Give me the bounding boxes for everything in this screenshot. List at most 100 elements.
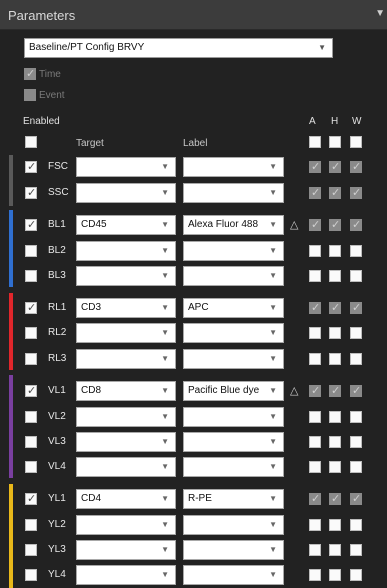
event-option[interactable]: Event: [24, 89, 65, 101]
label-dropdown[interactable]: R-PE ▼: [183, 489, 284, 509]
h-checkbox[interactable]: [329, 461, 341, 473]
a-checkbox[interactable]: [309, 353, 321, 365]
enable-checkbox[interactable]: [25, 411, 37, 423]
w-checkbox[interactable]: [350, 327, 362, 339]
w-checkbox[interactable]: [350, 411, 362, 423]
enable-checkbox[interactable]: [25, 384, 37, 397]
w-checkbox[interactable]: [350, 218, 362, 231]
w-checkbox[interactable]: [350, 461, 362, 473]
w-checkbox[interactable]: [350, 569, 362, 581]
h-checkbox[interactable]: [329, 301, 341, 314]
w-checkbox[interactable]: [350, 519, 362, 531]
h-checkbox[interactable]: [329, 519, 341, 531]
time-option[interactable]: Time: [24, 67, 61, 80]
target-dropdown[interactable]: ▼: [76, 157, 176, 177]
label-dropdown[interactable]: ▼: [183, 349, 284, 369]
a-checkbox[interactable]: [309, 160, 321, 173]
enable-all-checkbox[interactable]: [25, 136, 37, 148]
a-checkbox[interactable]: [309, 245, 321, 257]
target-dropdown[interactable]: ▼: [76, 266, 176, 286]
target-dropdown[interactable]: CD4 ▼: [76, 489, 176, 509]
enable-checkbox[interactable]: [25, 436, 37, 448]
enable-checkbox[interactable]: [25, 327, 37, 339]
target-dropdown[interactable]: CD45 ▼: [76, 215, 176, 235]
label-dropdown[interactable]: ▼: [183, 540, 284, 560]
enable-checkbox[interactable]: [25, 270, 37, 282]
enable-checkbox[interactable]: [25, 519, 37, 531]
enable-checkbox[interactable]: [25, 218, 37, 231]
h-checkbox[interactable]: [329, 245, 341, 257]
target-dropdown[interactable]: ▼: [76, 183, 176, 203]
w-checkbox[interactable]: [350, 384, 362, 397]
a-checkbox[interactable]: [309, 270, 321, 282]
target-dropdown[interactable]: ▼: [76, 565, 176, 585]
w-checkbox[interactable]: [350, 186, 362, 199]
target-dropdown[interactable]: ▼: [76, 323, 176, 343]
enable-checkbox[interactable]: [25, 569, 37, 581]
h-checkbox[interactable]: [329, 384, 341, 397]
target-dropdown[interactable]: ▼: [76, 540, 176, 560]
label-dropdown[interactable]: ▼: [183, 241, 284, 261]
h-checkbox[interactable]: [329, 327, 341, 339]
a-checkbox[interactable]: [309, 519, 321, 531]
enable-checkbox[interactable]: [25, 245, 37, 257]
h-checkbox[interactable]: [329, 218, 341, 231]
w-checkbox[interactable]: [350, 160, 362, 173]
event-checkbox[interactable]: [24, 89, 36, 101]
a-all-checkbox[interactable]: [309, 136, 321, 148]
enable-checkbox[interactable]: [25, 544, 37, 556]
w-checkbox[interactable]: [350, 436, 362, 448]
w-checkbox[interactable]: [350, 270, 362, 282]
target-dropdown[interactable]: ▼: [76, 349, 176, 369]
w-checkbox[interactable]: [350, 301, 362, 314]
enable-checkbox[interactable]: [25, 160, 37, 173]
h-checkbox[interactable]: [329, 492, 341, 505]
enable-checkbox[interactable]: [25, 186, 37, 199]
target-dropdown[interactable]: ▼: [76, 432, 176, 452]
label-dropdown[interactable]: Alexa Fluor 488 ▼: [183, 215, 284, 235]
h-checkbox[interactable]: [329, 544, 341, 556]
label-dropdown[interactable]: APC ▼: [183, 298, 284, 318]
h-checkbox[interactable]: [329, 353, 341, 365]
collapse-icon[interactable]: ▼: [375, 8, 385, 19]
a-checkbox[interactable]: [309, 384, 321, 397]
h-checkbox[interactable]: [329, 160, 341, 173]
label-dropdown[interactable]: ▼: [183, 407, 284, 427]
target-dropdown[interactable]: CD8 ▼: [76, 381, 176, 401]
w-checkbox[interactable]: [350, 544, 362, 556]
label-dropdown[interactable]: ▼: [183, 157, 284, 177]
h-checkbox[interactable]: [329, 270, 341, 282]
label-dropdown[interactable]: Pacific Blue dye ▼: [183, 381, 284, 401]
a-checkbox[interactable]: [309, 461, 321, 473]
a-checkbox[interactable]: [309, 186, 321, 199]
target-dropdown[interactable]: ▼: [76, 241, 176, 261]
w-all-checkbox[interactable]: [350, 136, 362, 148]
a-checkbox[interactable]: [309, 327, 321, 339]
h-checkbox[interactable]: [329, 186, 341, 199]
target-dropdown[interactable]: ▼: [76, 457, 176, 477]
enable-checkbox[interactable]: [25, 353, 37, 365]
label-dropdown[interactable]: ▼: [183, 266, 284, 286]
target-dropdown[interactable]: CD3 ▼: [76, 298, 176, 318]
a-checkbox[interactable]: [309, 436, 321, 448]
label-dropdown[interactable]: ▼: [183, 515, 284, 535]
w-checkbox[interactable]: [350, 353, 362, 365]
h-all-checkbox[interactable]: [329, 136, 341, 148]
config-dropdown[interactable]: Baseline/PT Config BRVY ▼: [24, 38, 333, 58]
target-dropdown[interactable]: ▼: [76, 515, 176, 535]
label-dropdown[interactable]: ▼: [183, 457, 284, 477]
time-checkbox[interactable]: [24, 67, 36, 80]
h-checkbox[interactable]: [329, 569, 341, 581]
a-checkbox[interactable]: [309, 544, 321, 556]
a-checkbox[interactable]: [309, 492, 321, 505]
label-dropdown[interactable]: ▼: [183, 323, 284, 343]
a-checkbox[interactable]: [309, 301, 321, 314]
enable-checkbox[interactable]: [25, 492, 37, 505]
enable-checkbox[interactable]: [25, 461, 37, 473]
h-checkbox[interactable]: [329, 436, 341, 448]
label-dropdown[interactable]: ▼: [183, 432, 284, 452]
a-checkbox[interactable]: [309, 218, 321, 231]
w-checkbox[interactable]: [350, 245, 362, 257]
a-checkbox[interactable]: [309, 411, 321, 423]
h-checkbox[interactable]: [329, 411, 341, 423]
